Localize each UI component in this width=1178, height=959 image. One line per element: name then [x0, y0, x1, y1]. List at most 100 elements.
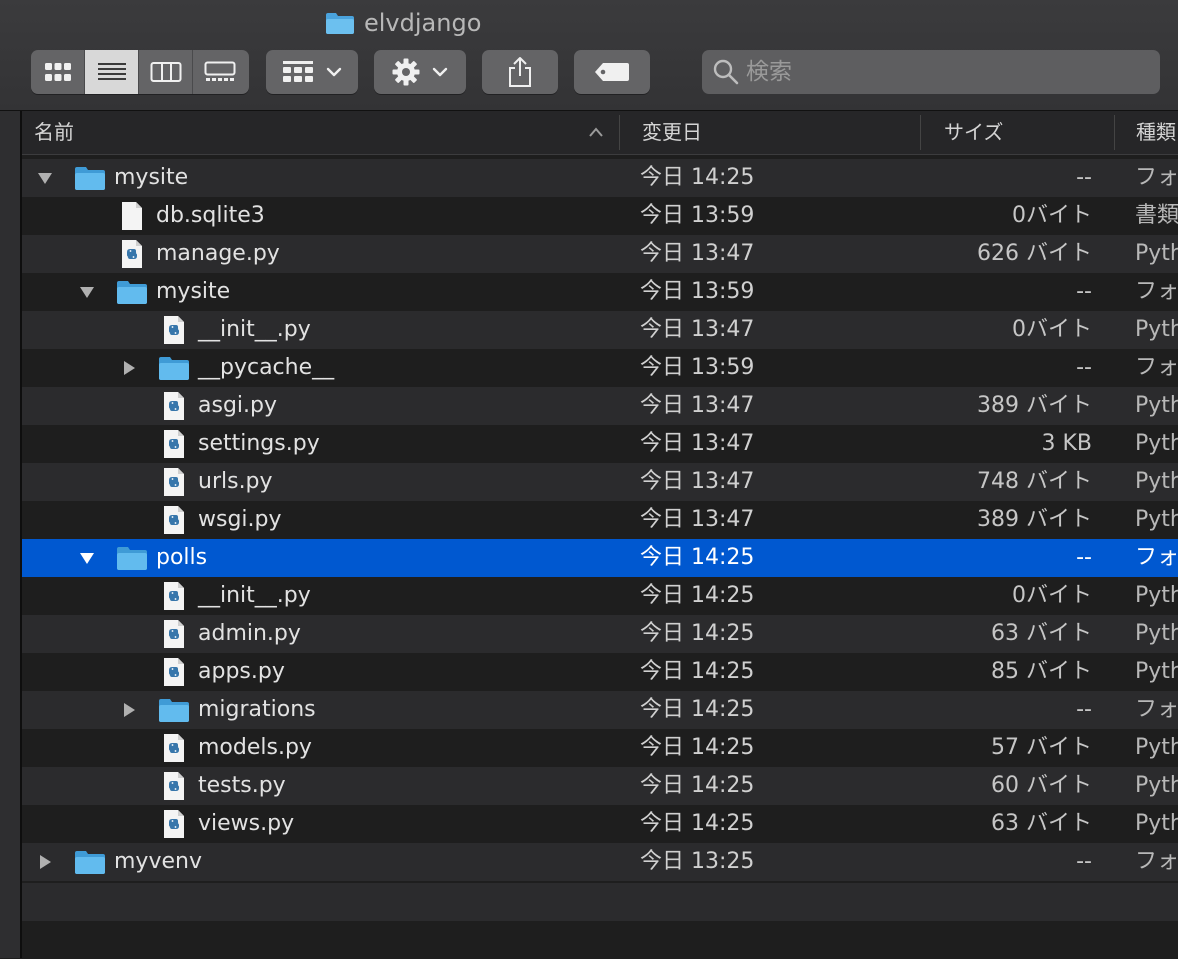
file-size: 57 バイト [991, 735, 1092, 760]
modified-date: 今日 13:47 [640, 507, 755, 532]
date-column-header[interactable]: 変更日 [642, 111, 702, 154]
file-row[interactable]: manage.py 今日 13:47 626 バイト Python [22, 235, 1178, 273]
modified-date: 今日 13:59 [640, 279, 755, 304]
file-name: wsgi.py [198, 507, 282, 532]
file-name: __pycache__ [198, 355, 335, 380]
file-name: __init__.py [198, 583, 311, 608]
folder-icon [116, 544, 148, 572]
python-file-icon [158, 392, 190, 420]
file-row[interactable]: urls.py 今日 13:47 748 バイト Python [22, 463, 1178, 501]
gear-icon [392, 58, 420, 86]
name-column-header[interactable]: 名前 [34, 111, 74, 154]
file-row[interactable]: __init__.py 今日 13:47 0バイト Python [22, 311, 1178, 349]
chevron-down-icon [326, 67, 342, 77]
file-size: -- [1076, 849, 1092, 874]
modified-date: 今日 13:47 [640, 317, 755, 342]
sort-ascending-icon [589, 127, 603, 137]
search-field[interactable] [702, 50, 1160, 94]
file-size: -- [1076, 279, 1092, 304]
modified-date: 今日 14:25 [640, 811, 755, 836]
folder-row[interactable]: myvenv 今日 13:25 -- フォルダ [22, 843, 1178, 881]
group-by-button[interactable] [266, 50, 358, 94]
file-row[interactable]: models.py 今日 14:25 57 バイト Python [22, 729, 1178, 767]
group-grid-icon [283, 61, 313, 82]
folder-row[interactable]: polls 今日 14:25 -- フォルダ [22, 539, 1178, 577]
file-size: 63 バイト [991, 621, 1092, 646]
column-view-button[interactable] [139, 50, 193, 94]
modified-date: 今日 14:25 [640, 735, 755, 760]
list-view-button[interactable] [85, 50, 139, 94]
folder-icon [74, 848, 106, 876]
modified-date: 今日 14:25 [640, 697, 755, 722]
column-header: 名前 変更日 サイズ 種類 [22, 111, 1178, 155]
file-row[interactable]: apps.py 今日 14:25 85 バイト Python [22, 653, 1178, 691]
disclosure-closed-icon[interactable] [120, 349, 138, 387]
file-row[interactable]: admin.py 今日 14:25 63 バイト Python [22, 615, 1178, 653]
file-row[interactable]: tests.py 今日 14:25 60 バイト Python [22, 767, 1178, 805]
disclosure-open-icon[interactable] [36, 159, 54, 197]
action-menu-button[interactable] [374, 50, 466, 94]
file-kind: Python [1135, 583, 1178, 608]
modified-date: 今日 13:59 [640, 355, 755, 380]
search-input[interactable] [740, 52, 1160, 92]
file-row[interactable]: db.sqlite3 今日 13:59 0バイト 書類 [22, 197, 1178, 235]
window-title-text: elvdjango [364, 9, 482, 37]
file-kind: Python [1135, 735, 1178, 760]
file-name: __init__.py [198, 317, 311, 342]
file-kind: Python [1135, 393, 1178, 418]
file-kind: フォルダ [1135, 355, 1178, 380]
file-kind: Python [1135, 507, 1178, 532]
file-kind: Python [1135, 811, 1178, 836]
modified-date: 今日 14:25 [640, 659, 755, 684]
disclosure-open-icon[interactable] [78, 539, 96, 577]
columns-icon [150, 62, 181, 82]
folder-icon [74, 164, 106, 192]
folder-row[interactable]: __pycache__ 今日 13:59 -- フォルダ [22, 349, 1178, 387]
file-row[interactable]: wsgi.py 今日 13:47 389 バイト Python [22, 501, 1178, 539]
gallery-view-button[interactable] [193, 50, 247, 94]
kind-column-header[interactable]: 種類 [1136, 111, 1176, 154]
file-kind: Python [1135, 241, 1178, 266]
file-size: -- [1076, 355, 1092, 380]
file-row[interactable]: __init__.py 今日 14:25 0バイト Python [22, 577, 1178, 615]
share-button[interactable] [482, 50, 558, 94]
file-size: 626 バイト [977, 241, 1092, 266]
python-file-icon [116, 240, 148, 268]
file-name: myvenv [114, 849, 202, 874]
python-file-icon [158, 582, 190, 610]
file-row[interactable]: asgi.py 今日 13:47 389 バイト Python [22, 387, 1178, 425]
grid-icon [44, 63, 71, 81]
file-kind: フォルダ [1135, 279, 1178, 304]
folder-row[interactable]: migrations 今日 14:25 -- フォルダ [22, 691, 1178, 729]
tag-button[interactable] [574, 50, 650, 94]
folder-icon [158, 696, 190, 724]
file-kind: フォルダ [1135, 849, 1178, 874]
file-size: -- [1076, 165, 1092, 190]
file-kind: フォルダ [1135, 545, 1178, 570]
document-icon [116, 202, 148, 230]
folder-row[interactable]: mysite 今日 14:25 -- フォルダ [22, 159, 1178, 197]
tag-icon [595, 63, 629, 81]
file-name: polls [156, 545, 208, 570]
disclosure-closed-icon[interactable] [120, 691, 138, 729]
disclosure-open-icon[interactable] [78, 273, 96, 311]
file-name: models.py [198, 735, 312, 760]
file-row[interactable]: views.py 今日 14:25 63 バイト Python [22, 805, 1178, 843]
file-size: 389 バイト [977, 507, 1092, 532]
toolbar: elvdjango [0, 0, 1178, 111]
size-column-header[interactable]: サイズ [944, 111, 1003, 154]
file-size: 0バイト [1012, 203, 1092, 228]
file-kind: Python [1135, 773, 1178, 798]
python-file-icon [158, 810, 190, 838]
folder-row[interactable]: mysite 今日 13:59 -- フォルダ [22, 273, 1178, 311]
column-divider[interactable] [1114, 115, 1115, 150]
column-divider[interactable] [619, 115, 620, 150]
file-kind: Python [1135, 469, 1178, 494]
file-row[interactable]: settings.py 今日 13:47 3 KB Python [22, 425, 1178, 463]
folder-icon [116, 278, 148, 306]
icon-view-button[interactable] [31, 50, 85, 94]
file-name: urls.py [198, 469, 273, 494]
python-file-icon [158, 430, 190, 458]
column-divider[interactable] [920, 115, 921, 150]
disclosure-closed-icon[interactable] [36, 843, 54, 881]
